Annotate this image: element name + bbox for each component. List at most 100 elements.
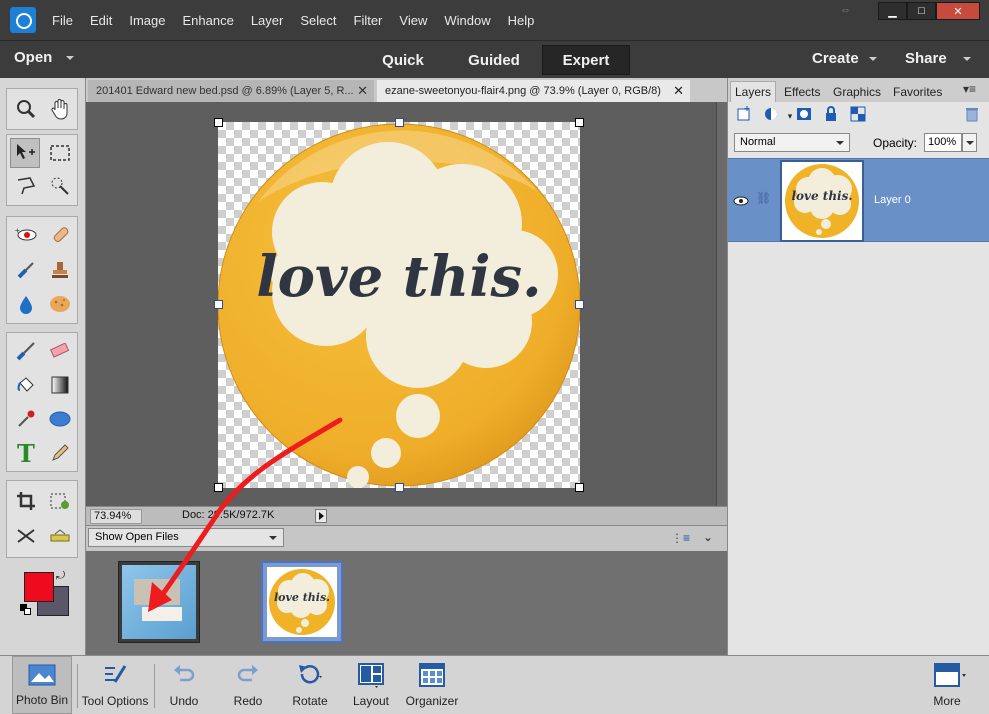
gradient-tool-icon[interactable]: [45, 370, 75, 400]
tab-graphics[interactable]: Graphics: [829, 81, 885, 102]
chevron-down-icon: [966, 141, 974, 145]
transform-handle[interactable]: [575, 300, 584, 309]
tab-favorites[interactable]: Favorites: [889, 81, 946, 102]
canvas-area[interactable]: love this.: [86, 102, 716, 506]
vertical-scrollbar[interactable]: [716, 102, 727, 506]
maximize-button[interactable]: □: [907, 2, 936, 20]
smart-brush-icon[interactable]: [11, 255, 41, 285]
organizer-icon: [418, 662, 446, 690]
panel-menu-icon[interactable]: ▾≡: [963, 82, 976, 96]
share-button[interactable]: Share: [905, 50, 971, 67]
status-menu-arrow-icon[interactable]: [315, 509, 327, 523]
collapse-chevron-icon[interactable]: ⌄: [703, 530, 713, 544]
undo-button[interactable]: Undo: [160, 656, 208, 714]
layer-mask-icon[interactable]: [794, 106, 814, 126]
open-button[interactable]: Open: [14, 49, 75, 66]
transform-handle[interactable]: [575, 483, 584, 492]
tab-expert[interactable]: Expert: [542, 45, 630, 75]
brush-tool-icon[interactable]: [11, 336, 41, 366]
marquee-tool-icon[interactable]: [45, 138, 75, 168]
visibility-eye-icon[interactable]: [733, 193, 749, 209]
blend-mode-dropdown[interactable]: Normal: [734, 133, 850, 152]
red-eye-tool-icon[interactable]: +: [11, 220, 41, 250]
layout-button[interactable]: Layout: [348, 656, 394, 714]
move-tool-icon[interactable]: [10, 138, 40, 168]
tab-effects[interactable]: Effects: [780, 81, 824, 102]
transform-handle[interactable]: [575, 118, 584, 127]
zoom-level-field[interactable]: 73.94%: [90, 509, 142, 524]
tab-layers[interactable]: Layers: [730, 81, 777, 102]
close-icon[interactable]: ✕: [357, 83, 368, 99]
default-colors-icon[interactable]: [20, 604, 32, 616]
layer-thumbnail: love this.: [780, 160, 864, 242]
bin-menu-icon[interactable]: ⋮≡: [671, 531, 690, 545]
transform-handle[interactable]: [395, 483, 404, 492]
swap-colors-icon[interactable]: ⤾: [56, 570, 65, 583]
content-aware-move-icon[interactable]: [11, 521, 41, 551]
opacity-dropdown-button[interactable]: [962, 133, 977, 152]
menu-window[interactable]: Window: [444, 13, 490, 28]
menu-help[interactable]: Help: [508, 13, 535, 28]
show-open-files-dropdown[interactable]: Show Open Files: [88, 528, 284, 547]
menu-enhance[interactable]: Enhance: [183, 13, 234, 28]
menu-image[interactable]: Image: [129, 13, 165, 28]
document-tab-active[interactable]: ezane-sweetonyou-flair4.png @ 73.9% (Lay…: [377, 80, 690, 102]
clone-stamp-icon[interactable]: [45, 255, 75, 285]
menu-edit[interactable]: Edit: [90, 13, 112, 28]
photo-bin-thumbnail-selected[interactable]: love this.: [261, 561, 343, 643]
tool-options-button[interactable]: Tool Options: [80, 656, 150, 714]
photo-bin-thumbnail[interactable]: [118, 561, 200, 643]
healing-brush-icon[interactable]: [45, 220, 75, 250]
close-window-button[interactable]: ✕: [936, 2, 980, 20]
layer-row[interactable]: ⛓ love this. Layer 0: [728, 158, 989, 242]
close-icon[interactable]: ✕: [673, 83, 684, 99]
layer-thumb-text: love this.: [791, 189, 852, 203]
transform-handle[interactable]: [214, 483, 223, 492]
paint-bucket-icon[interactable]: [11, 370, 41, 400]
lock-transparency-icon[interactable]: [848, 106, 868, 126]
blur-tool-icon[interactable]: [11, 289, 41, 319]
menu-view[interactable]: View: [399, 13, 427, 28]
tab-guided[interactable]: Guided: [456, 45, 532, 75]
menu-select[interactable]: Select: [300, 13, 336, 28]
type-tool-icon[interactable]: T: [11, 438, 41, 468]
adjustment-layer-icon[interactable]: [762, 106, 782, 126]
photo-bin-button[interactable]: Photo Bin: [12, 656, 72, 714]
layer-name[interactable]: Layer 0: [874, 194, 911, 206]
menu-file[interactable]: File: [52, 13, 73, 28]
hand-tool-icon[interactable]: [45, 94, 75, 124]
sponge-tool-icon[interactable]: [45, 289, 75, 319]
redo-button[interactable]: Redo: [224, 656, 272, 714]
menu-layer[interactable]: Layer: [251, 13, 284, 28]
minimize-button[interactable]: ▁: [878, 2, 907, 20]
foreground-color-swatch[interactable]: [24, 572, 54, 602]
lasso-tool-icon[interactable]: [11, 171, 41, 201]
menu-filter[interactable]: Filter: [354, 13, 383, 28]
trash-icon[interactable]: [962, 106, 982, 126]
more-button[interactable]: More: [922, 656, 972, 714]
new-layer-icon[interactable]: [734, 106, 754, 126]
crop-tool-icon[interactable]: [11, 486, 41, 516]
recompose-tool-icon[interactable]: [45, 486, 75, 516]
quick-selection-tool-icon[interactable]: [45, 171, 75, 201]
eraser-tool-icon[interactable]: [45, 336, 75, 366]
tab-quick[interactable]: Quick: [368, 45, 438, 75]
transform-handle[interactable]: [214, 300, 223, 309]
tool-group-select: [6, 134, 78, 206]
organizer-button[interactable]: Organizer: [403, 656, 461, 714]
straighten-tool-icon[interactable]: [45, 521, 75, 551]
shape-tool-icon[interactable]: [45, 404, 75, 434]
document-canvas[interactable]: love this.: [214, 118, 584, 492]
layout-label: Layout: [352, 694, 390, 708]
transform-handle[interactable]: [395, 118, 404, 127]
transform-handle[interactable]: [214, 118, 223, 127]
create-button[interactable]: Create: [812, 50, 877, 67]
pencil-tool-icon[interactable]: [45, 438, 75, 468]
zoom-tool-icon[interactable]: [11, 94, 41, 124]
tool-options-label: Tool Options: [81, 694, 149, 708]
document-tab[interactable]: 201401 Edward new bed.psd @ 6.89% (Layer…: [88, 80, 374, 102]
lock-icon[interactable]: [821, 106, 841, 126]
rotate-button[interactable]: Rotate: [285, 656, 335, 714]
opacity-input[interactable]: 100%: [924, 133, 962, 152]
eyedropper-tool-icon[interactable]: [11, 404, 41, 434]
